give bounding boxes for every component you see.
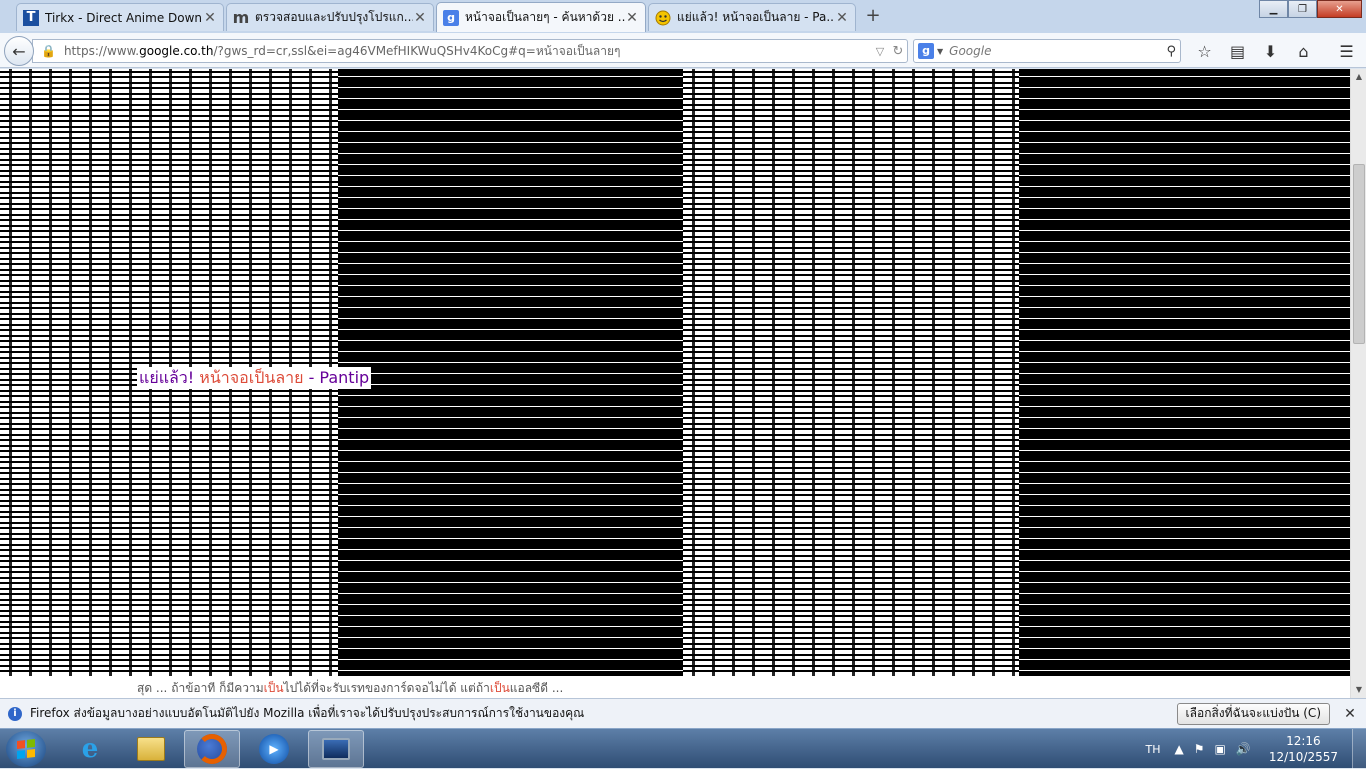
url-text[interactable]: https://www.google.co.th/?gws_rd=cr,ssl&… <box>64 42 871 61</box>
media-player-icon: ▶ <box>259 734 289 764</box>
vertical-scrollbar[interactable]: ▲ ▼ <box>1350 69 1366 698</box>
system-tray: TH ▲ ⚑ ▣ 🔊 12:16 12/10/2557 <box>1146 729 1366 769</box>
search-bar[interactable]: g ▼ Google ⚲ <box>913 39 1181 63</box>
tab-title: หน้าจอเป็นลายๆ - ค้นหาด้วย ... <box>465 10 625 24</box>
show-hidden-icons-icon[interactable]: ▲ <box>1175 742 1184 756</box>
tab-mozilla-support[interactable]: m ตรวจสอบและปรับปรุงโปรแก... ✕ <box>226 3 434 31</box>
clock[interactable]: 12:16 12/10/2557 <box>1269 733 1338 765</box>
back-button[interactable]: ← <box>4 36 34 66</box>
internet-explorer-icon: e <box>81 734 99 764</box>
google-favicon-icon: g <box>443 9 459 26</box>
glitch-stripes-3 <box>683 69 1019 698</box>
google-engine-icon[interactable]: g <box>918 43 934 59</box>
action-center-flag-icon[interactable]: ⚑ <box>1194 742 1205 756</box>
taskbar-file-explorer[interactable] <box>123 730 179 768</box>
firefox-icon <box>197 734 227 764</box>
back-arrow-icon: ← <box>12 41 26 61</box>
search-input[interactable]: Google <box>949 44 1166 58</box>
taskbar-internet-explorer[interactable]: e <box>62 730 118 768</box>
engine-dropdown-icon[interactable]: ▼ <box>937 47 943 56</box>
tirkx-favicon-icon: T <box>23 9 39 26</box>
tab-title: แย่แล้ว! หน้าจอเป็นลาย - Pa... <box>677 10 835 24</box>
glitch-stripes-4 <box>1019 69 1350 698</box>
reload-icon[interactable]: ↻ <box>889 44 907 59</box>
search-result-title-link[interactable]: แย่แล้ว! หน้าจอเป็นลาย - Pantip <box>137 367 372 389</box>
scroll-down-icon[interactable]: ▼ <box>1351 682 1366 698</box>
clock-date: 12/10/2557 <box>1268 750 1338 764</box>
tab-pantip[interactable]: แย่แล้ว! หน้าจอเป็นลาย - Pa... ✕ <box>648 3 856 31</box>
folder-icon <box>137 737 165 761</box>
address-bar[interactable]: 🔒 https://www.google.co.th/?gws_rd=cr,ss… <box>32 39 908 63</box>
close-tab-icon[interactable]: ✕ <box>413 10 427 26</box>
language-indicator[interactable]: TH <box>1146 743 1161 756</box>
close-tab-icon[interactable]: ✕ <box>835 10 849 26</box>
minimize-button[interactable]: ▁ <box>1259 0 1288 18</box>
notification-bar: i Firefox ส่งข้อมูลบางอย่างแบบอัตโนมัติไ… <box>0 698 1366 728</box>
mozilla-favicon-icon: m <box>232 8 250 27</box>
show-desktop-button[interactable] <box>1352 729 1366 769</box>
close-window-button[interactable]: ✕ <box>1317 0 1362 18</box>
taskbar: e ▶ TH ▲ ⚑ ▣ 🔊 12:16 12/10/2557 <box>0 728 1366 769</box>
taskbar-firefox[interactable] <box>184 730 240 768</box>
taskbar-media-player[interactable]: ▶ <box>246 730 302 768</box>
tab-tirkx[interactable]: T Tirkx - Direct Anime Downl... ✕ <box>16 3 224 31</box>
notification-message: Firefox ส่งข้อมูลบางอย่างแบบอัตโนมัติไปย… <box>30 706 585 720</box>
bookmark-star-icon[interactable]: ☆ <box>1188 39 1221 63</box>
home-icon[interactable]: ⌂ <box>1287 39 1320 63</box>
start-button[interactable] <box>6 731 46 767</box>
snippet-text: สุด ... ถ้าข้อาที ก็มีความเป็นไปได้ที่จะ… <box>137 681 564 695</box>
network-icon[interactable]: ▣ <box>1215 742 1226 756</box>
scroll-up-icon[interactable]: ▲ <box>1351 69 1366 85</box>
window-controls: ▁ ❐ ✕ <box>1259 0 1362 18</box>
tab-title: ตรวจสอบและปรับปรุงโปรแก... <box>255 10 413 24</box>
search-icon[interactable]: ⚲ <box>1166 44 1176 59</box>
downloads-icon[interactable]: ⬇ <box>1254 39 1287 63</box>
clock-time: 12:16 <box>1286 734 1321 748</box>
tab-strip: T Tirkx - Direct Anime Downl... ✕ m ตรวจ… <box>0 0 1366 33</box>
volume-icon[interactable]: 🔊 <box>1236 742 1251 756</box>
page-content: แย่แล้ว! หน้าจอเป็นลาย - Pantip <box>0 69 1350 698</box>
toolbar-icons: ☆ ▤ ⬇ ⌂ ☰ <box>1188 39 1363 63</box>
pantip-emoji-icon <box>655 10 671 26</box>
windows-logo-icon <box>17 739 35 759</box>
bookmarks-menu-icon[interactable]: ▤ <box>1221 39 1254 63</box>
info-icon: i <box>8 706 22 721</box>
close-tab-icon[interactable]: ✕ <box>203 10 217 26</box>
tab-google-search[interactable]: g หน้าจอเป็นลายๆ - ค้นหาด้วย ... ✕ <box>436 2 646 32</box>
navigation-bar: 🔒 https://www.google.co.th/?gws_rd=cr,ss… <box>0 33 1366 68</box>
glitch-stripes-2 <box>338 69 683 698</box>
taskbar-screen-app[interactable] <box>308 730 364 768</box>
search-result-snippet: สุด ... ถ้าข้อาที ก็มีความเป็นไปได้ที่จะ… <box>0 676 1350 698</box>
close-tab-icon[interactable]: ✕ <box>625 10 639 26</box>
lock-icon[interactable]: 🔒 <box>41 44 56 58</box>
close-notification-icon[interactable]: ✕ <box>1340 706 1360 722</box>
choose-what-to-share-button[interactable]: เลือกสิ่งที่ฉันจะแบ่งปัน (C) <box>1176 702 1330 725</box>
menu-icon[interactable]: ☰ <box>1330 39 1363 63</box>
monitor-icon <box>322 738 350 760</box>
new-tab-button[interactable]: + <box>862 6 884 28</box>
bookmark-dropdown-icon[interactable]: ▽ <box>871 45 889 58</box>
scroll-thumb[interactable] <box>1353 164 1365 344</box>
restore-button[interactable]: ❐ <box>1288 0 1317 18</box>
tab-title: Tirkx - Direct Anime Downl... <box>45 10 203 25</box>
